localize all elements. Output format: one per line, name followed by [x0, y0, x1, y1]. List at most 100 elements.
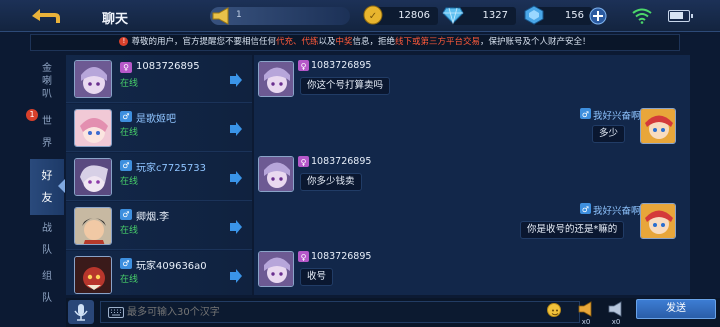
svg-text:♂: ♂	[582, 110, 589, 119]
hero-portrait-icon	[259, 157, 293, 191]
open-chat-arrow-icon[interactable]	[228, 269, 242, 283]
horn-icon	[608, 301, 622, 317]
golden-horn-button[interactable]: x0	[576, 301, 596, 326]
tab-label: 组	[42, 271, 52, 282]
message-bubble: 你多少钱卖	[300, 173, 362, 191]
horn-icon	[578, 301, 592, 317]
tab-label: 队	[42, 293, 52, 304]
friend-item[interactable]: ♂ 卿烟.李 在线	[66, 202, 252, 250]
friend-name: 1083726895	[136, 61, 200, 72]
silver-horn-button[interactable]: x0	[606, 301, 626, 326]
tab-label: 友	[41, 191, 53, 204]
friend-status: 在线	[120, 79, 139, 89]
message-sender: 我好兴奋啊	[593, 206, 641, 217]
tab-label: 战	[42, 223, 52, 234]
tab-world[interactable]: 1 世 界	[26, 109, 64, 156]
message-bubble: 收号	[300, 268, 334, 286]
notice-text: 信息，拒绝	[352, 37, 396, 47]
message-bubble: 多少	[592, 125, 626, 143]
open-chat-arrow-icon[interactable]	[228, 171, 242, 185]
avatar	[74, 109, 112, 147]
avatar	[258, 156, 294, 192]
hero-portrait-icon	[75, 110, 111, 146]
top-bar: 聊天 1 12806 ✓ 1327 156	[0, 0, 720, 32]
avatar	[74, 207, 112, 245]
input-bar: x0 x0 发送	[66, 298, 720, 327]
svg-text:♀: ♀	[301, 62, 307, 71]
warning-icon: !	[119, 37, 129, 46]
horn-count: x0	[611, 318, 621, 326]
notice-highlight: 代充、代练	[275, 37, 319, 47]
male-icon: ♂	[120, 209, 132, 220]
battery-icon	[668, 10, 693, 22]
avatar	[258, 61, 294, 97]
hero-portrait-icon	[641, 109, 675, 143]
female-icon: ♀	[298, 60, 309, 71]
tab-golden-horn[interactable]: 金 喇 叭	[30, 55, 64, 107]
friend-name: 是歌姬吧	[136, 114, 176, 125]
friend-name: 玩家c7725733	[136, 163, 207, 174]
friend-item[interactable]: ♀ 1083726895 在线	[66, 55, 252, 103]
security-notice: ! 尊敬的用户，官方提醒您不要相信任何代充、代练以及中奖信息，拒绝线下或第三方平台…	[30, 34, 680, 51]
tab-label: 叭	[42, 88, 52, 100]
back-arrow-icon	[32, 9, 60, 23]
tab-party[interactable]: 组 队	[30, 265, 64, 311]
back-button[interactable]	[20, 3, 72, 29]
friend-item[interactable]: ♂ 玩家409636a0 在线	[66, 251, 252, 295]
tab-label: 好	[41, 169, 53, 182]
voice-button[interactable]	[68, 300, 94, 324]
notice-text: 以及	[318, 37, 336, 47]
message-bubble: 你这个号打算卖吗	[300, 77, 391, 95]
hero-portrait-icon	[75, 159, 111, 195]
avatar	[74, 158, 112, 196]
add-icon[interactable]	[589, 7, 607, 25]
friend-status: 在线	[120, 128, 139, 138]
tab-label: 世	[42, 116, 52, 127]
microphone-icon	[74, 304, 88, 321]
message-sender: 我好兴奋啊	[593, 111, 641, 122]
chat-input[interactable]	[100, 301, 580, 323]
wifi-icon	[632, 8, 652, 24]
keyboard-icon	[108, 307, 124, 318]
message-bubble: 你是收号的还是*嘛的	[520, 221, 625, 239]
send-button[interactable]: 发送	[636, 299, 716, 319]
svg-text:♀: ♀	[301, 158, 307, 167]
open-chat-arrow-icon[interactable]	[228, 220, 242, 234]
friend-item[interactable]: ♂ 玩家c7725733 在线	[66, 153, 252, 201]
emoji-button[interactable]	[547, 303, 561, 317]
friend-name: 玩家409636a0	[136, 261, 207, 272]
open-chat-arrow-icon[interactable]	[228, 122, 242, 136]
friend-item[interactable]: ♂ 是歌姬吧 在线	[66, 104, 252, 152]
female-icon: ♀	[298, 156, 309, 167]
tab-label: 喇	[42, 75, 52, 87]
friend-list: ♀ 1083726895 在线 ♂ 是歌姬吧 在线 ♂ 玩家c7725733 在…	[66, 55, 252, 295]
diamond-icon	[442, 7, 464, 25]
smiley-icon	[551, 309, 559, 316]
avatar	[640, 108, 676, 144]
hero-portrait-icon	[259, 62, 293, 96]
message-sender: 1083726895	[311, 251, 372, 262]
open-chat-arrow-icon[interactable]	[228, 73, 242, 87]
avatar	[640, 203, 676, 239]
male-icon: ♂	[120, 258, 132, 269]
hero-portrait-icon	[75, 208, 111, 244]
page-title: 聊天	[102, 12, 129, 27]
coupon-icon	[524, 5, 544, 25]
tab-pointer-icon	[58, 179, 65, 193]
notice-highlight: 线下或第三方平台交易	[395, 37, 481, 47]
hero-portrait-icon	[641, 204, 675, 238]
avatar	[258, 251, 294, 287]
tab-label: 队	[42, 245, 52, 256]
friend-status: 在线	[120, 226, 139, 236]
friend-status: 在线	[120, 177, 139, 187]
horn-count: 1	[236, 10, 242, 20]
diamond-value: 1327	[482, 10, 508, 21]
tab-team[interactable]: 战 队	[30, 217, 64, 263]
female-icon: ♀	[120, 62, 132, 73]
horn-icon	[212, 7, 229, 25]
tab-label: 界	[42, 138, 52, 149]
golden-horn-counter[interactable]: 1	[210, 7, 350, 25]
message-sender: 1083726895	[311, 60, 372, 71]
message-sender: 1083726895	[311, 156, 372, 167]
chat-panel: ♀ 1083726895 你这个号打算卖吗 ♂ 我好兴奋啊 多少 ♀ 10837…	[254, 55, 690, 295]
